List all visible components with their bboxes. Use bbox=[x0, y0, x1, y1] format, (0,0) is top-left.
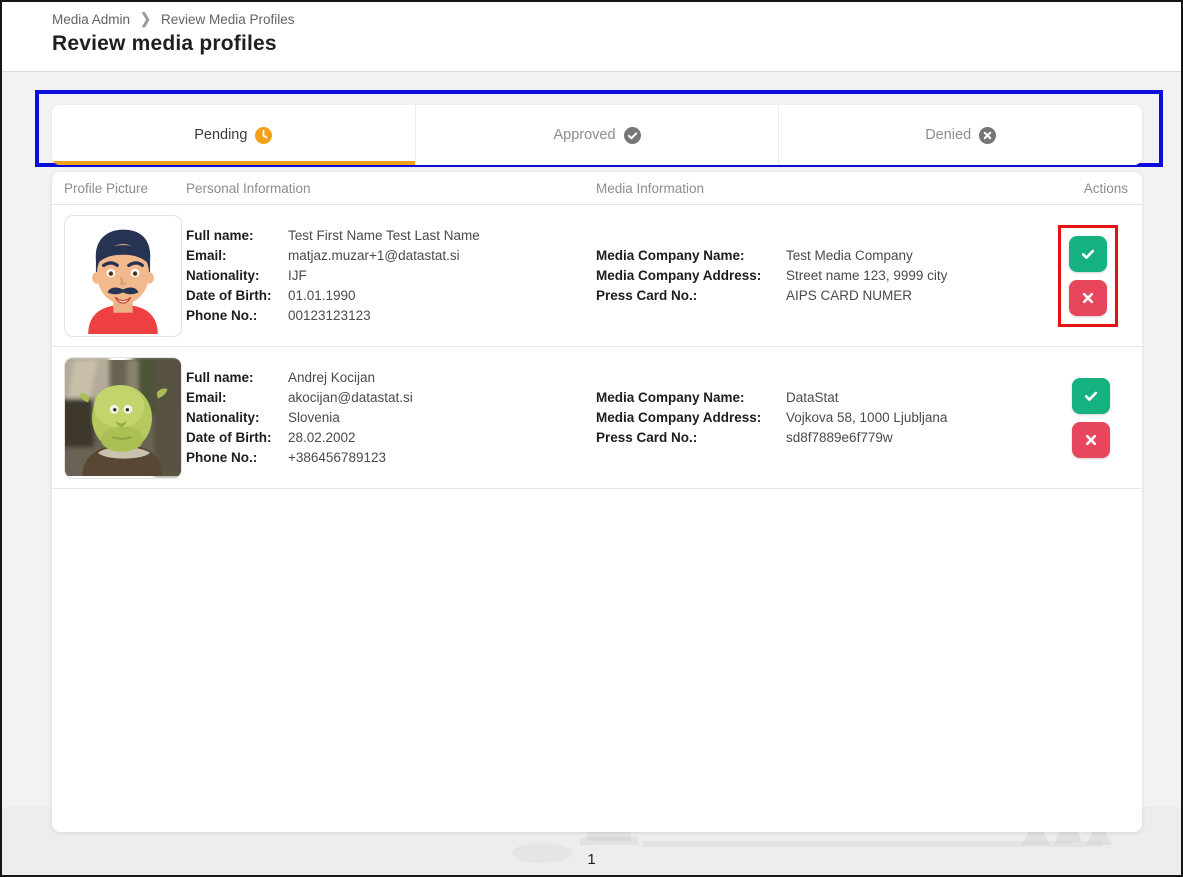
table-row: Full name: Test First Name Test Last Nam… bbox=[52, 205, 1142, 347]
value-press-card-no: sd8f7889e6f779w bbox=[786, 429, 893, 445]
deny-button[interactable] bbox=[1072, 421, 1110, 458]
value-full-name: Test First Name Test Last Name bbox=[288, 227, 480, 243]
value-nationality: Slovenia bbox=[288, 409, 340, 425]
value-media-company-address: Street name 123, 9999 city bbox=[786, 267, 948, 283]
tab-approved-label: Approved bbox=[553, 127, 616, 143]
value-date-of-birth: 28.02.2002 bbox=[288, 429, 356, 445]
approve-button[interactable] bbox=[1069, 235, 1107, 272]
label-full-name: Full name: bbox=[186, 227, 254, 243]
profiles-table: Profile Picture Personal Information Med… bbox=[52, 172, 1142, 832]
breadcrumb-chevron-icon: ❯ bbox=[140, 10, 151, 27]
breadcrumb-review-media-profiles[interactable]: Review Media Profiles bbox=[161, 12, 295, 27]
label-media-company-name: Media Company Name: bbox=[596, 247, 745, 263]
label-full-name: Full name: bbox=[186, 369, 254, 385]
actions-cell bbox=[1058, 224, 1118, 327]
col-profile-picture: Profile Picture bbox=[64, 180, 149, 196]
label-press-card-no: Press Card No.: bbox=[596, 429, 698, 445]
col-media-information: Media Information bbox=[596, 180, 705, 196]
page-number-1[interactable]: 1 bbox=[581, 849, 601, 870]
x-icon bbox=[1082, 292, 1094, 303]
status-tabbar: Pending Approved Denied bbox=[52, 105, 1142, 165]
x-icon bbox=[1085, 434, 1097, 445]
check-icon bbox=[1081, 249, 1095, 259]
value-phone: +386456789123 bbox=[288, 449, 386, 465]
tab-denied[interactable]: Denied bbox=[778, 105, 1142, 165]
approve-button[interactable] bbox=[1072, 377, 1110, 414]
label-phone: Phone No.: bbox=[186, 307, 258, 323]
col-actions: Actions bbox=[1083, 180, 1128, 196]
review-media-profiles-page: Media Admin ❯ Review Media Profiles Revi… bbox=[0, 0, 1183, 877]
pagination: 1 bbox=[2, 851, 1181, 869]
value-phone: 00123123123 bbox=[288, 307, 371, 323]
page-title: Review media profiles bbox=[52, 32, 277, 55]
page-header: Media Admin ❯ Review Media Profiles Revi… bbox=[2, 2, 1181, 72]
profile-picture-shrek bbox=[64, 356, 182, 479]
label-media-company-address: Media Company Address: bbox=[596, 409, 762, 425]
label-media-company-name: Media Company Name: bbox=[596, 389, 745, 405]
check-circle-icon bbox=[623, 126, 641, 144]
breadcrumb-media-admin[interactable]: Media Admin bbox=[52, 12, 130, 27]
value-nationality: IJF bbox=[288, 267, 307, 283]
value-media-company-address: Vojkova 58, 1000 Ljubljana bbox=[786, 409, 948, 425]
label-press-card-no: Press Card No.: bbox=[596, 287, 698, 303]
label-email: Email: bbox=[186, 247, 227, 263]
value-date-of-birth: 01.01.1990 bbox=[288, 287, 356, 303]
x-circle-icon bbox=[979, 126, 997, 144]
label-date-of-birth: Date of Birth: bbox=[186, 429, 272, 445]
clock-icon bbox=[255, 126, 273, 144]
value-email: akocijan@datastat.si bbox=[288, 389, 413, 405]
value-full-name: Andrej Kocijan bbox=[288, 369, 376, 385]
profile-picture-cartoon-man bbox=[64, 214, 182, 337]
breadcrumb: Media Admin ❯ Review Media Profiles bbox=[52, 10, 1181, 27]
shrek-avatar bbox=[65, 357, 181, 476]
label-media-company-address: Media Company Address: bbox=[596, 267, 762, 283]
table-header-row: Profile Picture Personal Information Med… bbox=[52, 172, 1142, 205]
media-info: Media Company Name: Test Media Company M… bbox=[596, 246, 1030, 306]
label-date-of-birth: Date of Birth: bbox=[186, 287, 272, 303]
value-media-company-name: DataStat bbox=[786, 389, 839, 405]
media-info: Media Company Name: DataStat Media Compa… bbox=[596, 388, 1030, 448]
label-email: Email: bbox=[186, 389, 227, 405]
value-email: matjaz.muzar+1@datastat.si bbox=[288, 247, 460, 263]
deny-button[interactable] bbox=[1069, 279, 1107, 316]
personal-info: Full name: Andrej Kocijan Email: akocija… bbox=[186, 368, 596, 468]
label-nationality: Nationality: bbox=[186, 267, 260, 283]
tab-pending-label: Pending bbox=[194, 127, 248, 143]
label-phone: Phone No.: bbox=[186, 449, 258, 465]
label-nationality: Nationality: bbox=[186, 409, 260, 425]
col-personal-information: Personal Information bbox=[186, 180, 311, 196]
actions-annotation-box bbox=[1058, 224, 1118, 327]
actions-stack bbox=[1064, 370, 1118, 466]
value-media-company-name: Test Media Company bbox=[786, 247, 913, 263]
actions-cell bbox=[1064, 370, 1118, 466]
cartoon-man-avatar bbox=[65, 217, 181, 334]
tab-pending[interactable]: Pending bbox=[52, 105, 415, 165]
value-press-card-no: AIPS CARD NUMER bbox=[786, 287, 913, 303]
table-row: Full name: Andrej Kocijan Email: akocija… bbox=[52, 347, 1142, 489]
tab-denied-label: Denied bbox=[925, 127, 972, 143]
check-icon bbox=[1084, 391, 1098, 401]
personal-info: Full name: Test First Name Test Last Nam… bbox=[186, 226, 596, 326]
tab-approved[interactable]: Approved bbox=[414, 105, 779, 165]
